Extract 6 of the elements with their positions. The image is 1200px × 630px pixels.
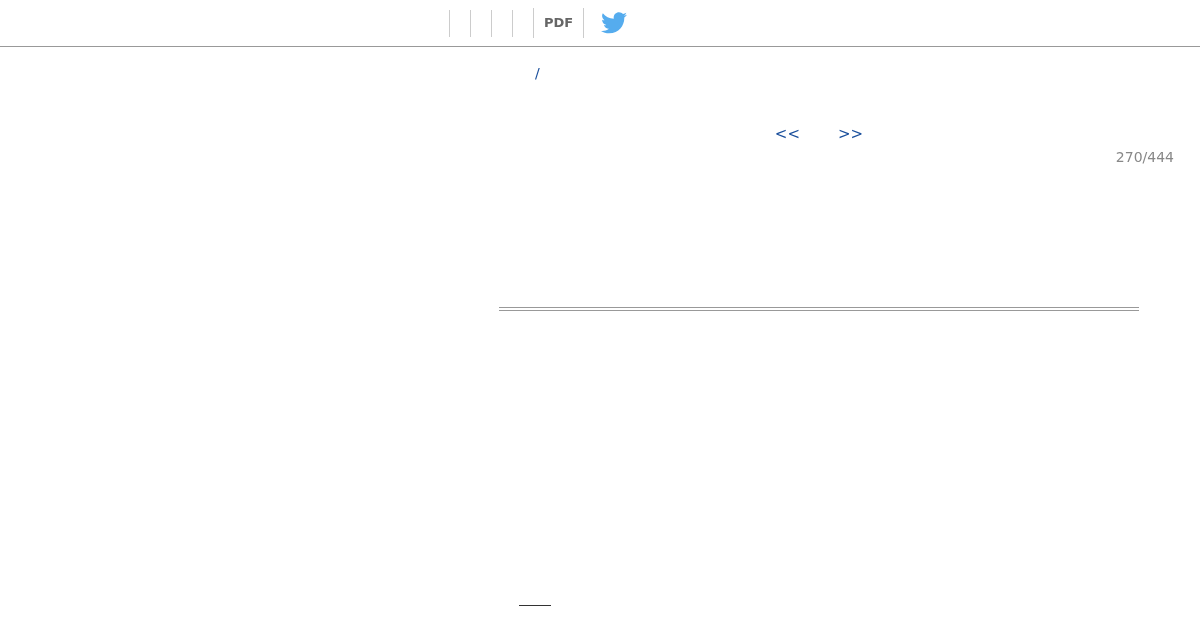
breadcrumb-separator: / bbox=[535, 65, 540, 81]
bird-icon[interactable] bbox=[601, 12, 628, 34]
previous-page-link[interactable]: << bbox=[774, 125, 800, 143]
page-counter: 270/444 bbox=[1115, 149, 1174, 165]
pdf-link[interactable]: PDF bbox=[533, 8, 585, 38]
next-page-link[interactable]: >> bbox=[838, 125, 864, 143]
